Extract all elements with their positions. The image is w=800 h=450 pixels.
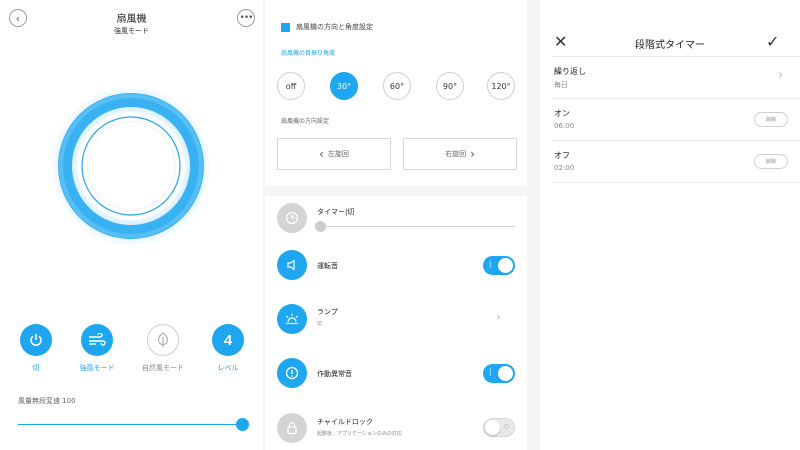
alert-sound-label: 作動異常音 (317, 370, 352, 378)
chevron-right-icon: › (470, 147, 475, 161)
speed-label: 風量無段変速 100 (18, 397, 76, 405)
divider (552, 56, 800, 57)
toggle-knob (485, 420, 500, 435)
child-lock-toggle[interactable]: ○ (483, 418, 515, 437)
section-title: 扇風機の方向と角度設定 (296, 23, 373, 31)
toggle-knob (498, 258, 513, 273)
child-lock-label: チャイルドロック (317, 418, 373, 426)
rotate-left-label: 左旋回 (327, 150, 349, 158)
strong-wind-button[interactable] (81, 324, 113, 356)
level-button[interactable]: 4 (212, 324, 244, 356)
power-label: 切 (32, 364, 40, 372)
page-title: 扇風機 (116, 14, 147, 25)
toggle-on-mark: | (489, 260, 492, 268)
confirm-check-icon[interactable]: ✓ (766, 32, 779, 51)
lock-icon (287, 421, 297, 435)
repeat-value: 毎日 (554, 81, 568, 89)
leaf-icon (157, 332, 169, 347)
child-lock-description: 起動後、アプリケーションのみの対応 (317, 431, 402, 437)
more-dots-icon: ••• (239, 13, 254, 23)
alert-icon (285, 366, 299, 380)
chevron-left-icon: ‹ (319, 147, 324, 161)
natural-wind-label: 自然風モード (142, 364, 184, 372)
timer-slider-track[interactable] (317, 226, 515, 227)
angle-label: 扇風機の首振り角度 (281, 50, 336, 57)
sound-label: 運転音 (317, 262, 338, 270)
power-button[interactable] (20, 324, 52, 356)
child-lock-icon-circle (277, 413, 307, 443)
angle-120-button[interactable]: 120° (487, 72, 515, 100)
level-control[interactable]: 4 レベル (203, 324, 253, 373)
toggle-on-mark: | (489, 368, 492, 376)
sound-icon-circle (277, 250, 307, 280)
timer-label: タイマー|切 (317, 208, 355, 216)
rotate-left-button[interactable]: ‹ 左旋回 (277, 138, 391, 170)
divider (552, 140, 800, 141)
power-icon (30, 334, 42, 346)
toggle-off-mark: ○ (503, 423, 509, 430)
power-control[interactable]: 切 (11, 324, 61, 373)
natural-wind-button[interactable] (147, 324, 179, 356)
repeat-label: 繰り返し (554, 67, 586, 76)
lamp-chevron-right-icon[interactable]: › (496, 310, 501, 324)
toggle-knob (498, 366, 513, 381)
level-value: 4 (223, 331, 233, 349)
lamp-status: 切 (317, 321, 323, 327)
step-timer-panel: ✕ 段階式タイマー ✓ 繰り返し 毎日 › オン 06:00 削除 オフ 02:… (540, 0, 800, 450)
natural-wind-control[interactable]: 自然風モード (138, 324, 188, 373)
section-separator (265, 186, 527, 196)
direction-section-header: 扇風機の方向と角度設定 (281, 22, 373, 32)
repeat-chevron-right-icon[interactable]: › (778, 68, 783, 83)
alert-sound-toggle[interactable]: | (483, 364, 515, 383)
timer-icon-circle (277, 203, 307, 233)
direction-label: 扇風機の方向設定 (281, 118, 330, 125)
fan-status-ring (50, 85, 212, 247)
off-label: オフ (554, 151, 570, 160)
speed-slider-track[interactable] (18, 424, 244, 425)
delete-on-button[interactable]: 削除 (754, 112, 788, 127)
wind-icon (89, 333, 106, 346)
clock-icon (285, 211, 299, 225)
angle-90-button[interactable]: 90° (436, 72, 464, 100)
divider (552, 98, 800, 99)
alert-icon-circle (277, 358, 307, 388)
level-label: レベル (217, 364, 239, 372)
angle-60-button[interactable]: 60° (383, 72, 411, 100)
sound-toggle[interactable]: | (483, 256, 515, 275)
strong-wind-control[interactable]: 強風モード (72, 324, 122, 373)
angle-off-button[interactable]: off (277, 72, 305, 100)
on-label: オン (554, 109, 570, 118)
divider (552, 182, 800, 183)
section-marker-icon (281, 22, 290, 32)
angle-30-button[interactable]: 30° (330, 72, 358, 100)
rotate-right-label: 右旋回 (445, 150, 467, 158)
speed-slider-thumb[interactable] (236, 418, 249, 431)
more-options-button[interactable]: ••• (237, 9, 255, 27)
lamp-label: ランプ (317, 308, 338, 316)
timer-slider-thumb[interactable] (315, 221, 326, 232)
off-time[interactable]: 02:00 (554, 164, 574, 172)
speaker-icon (287, 259, 295, 271)
rotate-right-button[interactable]: 右旋回 › (403, 138, 517, 170)
lamp-icon-circle (277, 304, 307, 334)
panel-divider (527, 0, 540, 450)
on-time[interactable]: 06:00 (554, 122, 574, 130)
fan-settings-panel: 扇風機の方向と角度設定 扇風機の首振り角度 off 30° 60° 90° 12… (265, 0, 527, 450)
delete-off-button[interactable]: 削除 (754, 154, 788, 169)
lamp-sunrise-icon (286, 313, 298, 325)
strong-wind-label: 強風モード (79, 364, 115, 372)
fan-main-panel: ‹ 扇風機 強風モード ••• 切 強風モード 自然風モード 4 レベル 風量無… (0, 0, 263, 450)
page-title: 段階式タイマー (635, 40, 705, 51)
current-mode-label: 強風モード (114, 27, 149, 35)
